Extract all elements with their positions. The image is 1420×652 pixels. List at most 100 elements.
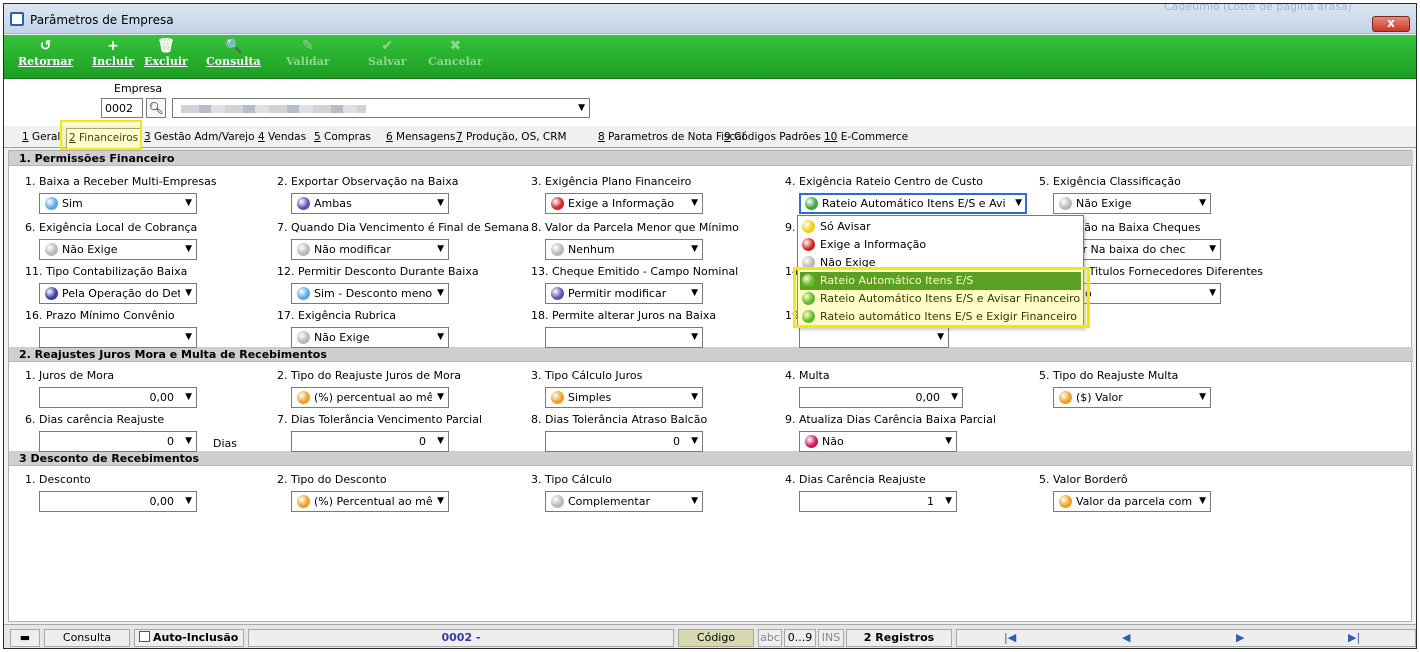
tab-4[interactable]: 4 Vendas <box>258 131 306 143</box>
toolbar-consulta-button[interactable]: 🔍 Consulta <box>206 37 261 68</box>
field-label-f3_5: 5. Valor Borderô <box>1039 473 1128 486</box>
field-f1_12-combo[interactable]: Sim - Desconto meno ▼ <box>291 283 449 304</box>
field-f3_5-combo[interactable]: Valor da parcela com ▼ <box>1053 491 1211 512</box>
field-label-f1_16: 16. Prazo Mínimo Convênio <box>25 309 175 322</box>
status-dot-icon <box>297 331 310 344</box>
field-f2_5-combo[interactable]: ($) Valor ▼ <box>1053 387 1211 408</box>
field-f1_10-combo[interactable]: sar Na baixa do chec ▼ <box>1063 239 1221 260</box>
field-label-f1_13: 13. Cheque Emitido - Campo Nominal <box>531 265 739 278</box>
field-f2_6-combo[interactable]: 0 ▼ <box>39 431 197 452</box>
field-label-f1_6: 6. Exigência Local de Cobrança <box>25 221 198 234</box>
field-label-f3_1: 1. Desconto <box>25 473 91 486</box>
tab-label: Geral <box>28 131 61 143</box>
toolbar-consulta-label: Consulta <box>206 55 261 68</box>
tab-3[interactable]: 3 Gestão Adm/Varejo <box>144 131 255 143</box>
empresa-name-select[interactable]: ▼ <box>172 98 590 118</box>
search-icon: 🔍︎ <box>148 101 164 115</box>
field-f1_5-combo[interactable]: Não Exige ▼ <box>1053 193 1211 214</box>
tab-6[interactable]: 6 Mensagens <box>386 131 455 143</box>
chevron-down-icon: ▼ <box>437 288 444 298</box>
toolbar-excluir-button[interactable]: 🗑 Excluir <box>144 37 188 68</box>
auto-inclusao-checkbox[interactable]: Auto-Inclusão <box>134 629 244 647</box>
field-f2_9-combo[interactable]: Não ▼ <box>799 431 957 452</box>
field-label-f1_3: 3. Exigência Plano Financeiro <box>531 175 692 188</box>
chevron-down-icon: ▼ <box>1199 392 1206 402</box>
status-field-name: Código <box>678 629 754 647</box>
close-button[interactable]: x <box>1372 16 1410 32</box>
field-label-f1_5: 5. Exigência Classificação <box>1039 175 1181 188</box>
field-f1_17-combo[interactable]: Não Exige ▼ <box>291 327 449 348</box>
first-record-icon[interactable]: |◀ <box>1004 631 1016 644</box>
chevron-down-icon: ▼ <box>437 392 444 402</box>
field-f1_16-combo[interactable]: ▼ <box>39 327 197 348</box>
field-f2_4-value: 0,00 <box>915 391 941 404</box>
toolbar-salvar-label: Salvar <box>368 55 407 68</box>
field-f2_8-combo[interactable]: 0 ▼ <box>545 431 703 452</box>
dropdown-option[interactable]: Só Avisar <box>800 218 1081 236</box>
previous-record-icon[interactable]: ◀ <box>1122 631 1130 644</box>
chevron-down-icon: ▼ <box>1199 198 1206 208</box>
field-f1_8-combo[interactable]: Nenhum ▼ <box>545 239 703 260</box>
field-f3_2-combo[interactable]: (%) Percentual ao mê: ▼ <box>291 491 449 512</box>
chevron-down-icon: ▼ <box>437 244 444 254</box>
financeiros-panel: 1. Permissões Financeiro 2. Reajustes Jur… <box>8 150 1413 622</box>
tab-10[interactable]: 10 E-Commerce <box>824 131 908 143</box>
toolbar-validar-button: ✎ Validar <box>286 37 330 68</box>
field-label-f1_7: 7. Quando Dia Vencimento é Final de Sema… <box>277 221 530 234</box>
field-f2_4-combo[interactable]: 0,00 ▼ <box>799 387 963 408</box>
field-f2_5-value: ($) Valor <box>1076 391 1123 404</box>
field-label-f2_5: 5. Tipo do Reajuste Multa <box>1039 369 1179 382</box>
toolbar-incluir-button[interactable]: + Incluir <box>92 37 134 68</box>
excluir-icon: 🗑 <box>157 38 175 54</box>
tab-label: Gestão Adm/Varejo <box>150 131 255 143</box>
tab-label: Produção, OS, CRM <box>462 131 567 143</box>
field-f3_5-value: Valor da parcela com <box>1076 495 1193 508</box>
chevron-down-icon: ▼ <box>578 103 585 113</box>
tab-number: 8 <box>598 131 605 143</box>
field-f1_18-combo[interactable]: ▼ <box>545 327 703 348</box>
chevron-down-icon: ▼ <box>437 198 444 208</box>
dropdown-option[interactable]: Exige a Informação <box>800 236 1081 254</box>
empresa-code-input[interactable]: 0002 <box>101 98 143 118</box>
field-f1_13-combo[interactable]: Permitir modificar ▼ <box>545 283 703 304</box>
tab-9[interactable]: 9 Códigos Padrões <box>724 131 821 143</box>
field-f1_11-combo[interactable]: Pela Operação do Det ▼ <box>39 283 197 304</box>
field-f1_1-combo[interactable]: Sim ▼ <box>39 193 197 214</box>
field-f1_17-value: Não Exige <box>314 331 370 344</box>
field-f1_7-value: Não modificar <box>314 243 391 256</box>
tab-5[interactable]: 5 Compras <box>314 131 371 143</box>
field-f1_19-combo[interactable]: ▼ <box>799 327 949 348</box>
field-f2_2-combo[interactable]: (%) percentual ao mê: ▼ <box>291 387 449 408</box>
dropdown-option-label: Só Avisar <box>820 220 871 233</box>
tab-label: Compras <box>320 131 371 143</box>
chevron-down-icon: ▼ <box>185 436 192 446</box>
title-bar: Parâmetros de Empresa Cadeumio (Lotte de… <box>4 4 1416 34</box>
field-f2_7-value: 0 <box>419 435 426 448</box>
next-record-icon[interactable]: ▶ <box>1236 631 1244 644</box>
field-f1_6-combo[interactable]: Não Exige ▼ <box>39 239 197 260</box>
last-record-icon[interactable]: ▶| <box>1348 631 1360 644</box>
tab-1[interactable]: 1 Geral <box>22 131 60 143</box>
field-label-f2_2: 2. Tipo do Reajuste Juros de Mora <box>277 369 462 382</box>
field-f3_1-combo[interactable]: 0,00 ▼ <box>39 491 197 512</box>
field-f2_7-combo[interactable]: 0 ▼ <box>291 431 449 452</box>
keyboard-icon: ▬ <box>10 629 40 647</box>
field-f2_1-combo[interactable]: 0,00 ▼ <box>39 387 197 408</box>
tab-8[interactable]: 8 Parametros de Nota Fiscal <box>598 131 745 143</box>
field-f3_4-combo[interactable]: 1 ▼ <box>799 491 957 512</box>
empresa-search-button[interactable]: 🔍︎ <box>146 98 166 118</box>
field-f1_2-combo[interactable]: Ambas ▼ <box>291 193 449 214</box>
field-f1_5-value: Não Exige <box>1076 197 1132 210</box>
field-f1_7-combo[interactable]: Não modificar ▼ <box>291 239 449 260</box>
field-f2_3-combo[interactable]: Simples ▼ <box>545 387 703 408</box>
toolbar-retornar-button[interactable]: ↺ Retornar <box>18 37 73 68</box>
tab-7[interactable]: 7 Produção, OS, CRM <box>456 131 567 143</box>
empresa-label: Empresa <box>114 82 163 95</box>
field-f1_4-combo[interactable]: Rateio Automático Itens E/S e Avi ▼ <box>799 193 1027 214</box>
field-label-f2_3: 3. Tipo Cálculo Juros <box>531 369 643 382</box>
tab-number: 5 <box>314 131 321 143</box>
field-f3_3-combo[interactable]: Complementar ▼ <box>545 491 703 512</box>
field-f1_3-combo[interactable]: Exige a Informação ▼ <box>545 193 703 214</box>
checkbox-icon <box>139 631 150 642</box>
field-label-f2_7: 7. Dias Tolerância Vencimento Parcial <box>277 413 483 426</box>
